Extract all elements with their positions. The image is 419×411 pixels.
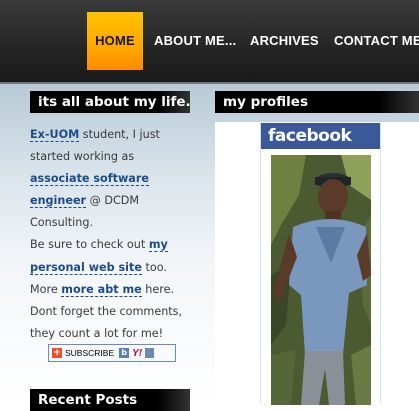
about-heading: its all about my life... bbox=[30, 91, 190, 113]
subscribe-label: SUBSCRIBE bbox=[65, 348, 115, 358]
yahoo-icon: Y! bbox=[132, 347, 143, 359]
about-text-3: Be sure to check out bbox=[30, 238, 149, 252]
about-text-7: Dont forget the comments, they count a l… bbox=[30, 304, 183, 340]
about-text: Ex-UOM student, I just started working a… bbox=[30, 124, 195, 345]
subscribe-button[interactable]: + SUBSCRIBE b Y! bbox=[48, 344, 176, 362]
facebook-badge[interactable]: facebook bbox=[260, 123, 381, 405]
nav-about-me[interactable]: ABOUT ME... bbox=[154, 12, 236, 70]
profiles-panel: facebook bbox=[215, 122, 419, 405]
profiles-heading: my profiles bbox=[215, 91, 419, 113]
plus-icon: + bbox=[52, 348, 62, 358]
feed-icon bbox=[145, 348, 155, 358]
bloglines-icon: b bbox=[119, 348, 130, 358]
profile-photo[interactable] bbox=[271, 155, 371, 405]
recent-posts-heading: Recent Posts bbox=[30, 389, 190, 411]
nav-archives[interactable]: ARCHIVES bbox=[250, 12, 319, 70]
about-text-6: here. bbox=[141, 282, 175, 296]
about-text-5: More bbox=[30, 282, 62, 296]
more-about-link[interactable]: more abt me bbox=[61, 282, 142, 297]
ex-uom-link[interactable]: Ex-UOM bbox=[30, 128, 80, 142]
nav-home[interactable]: HOME bbox=[87, 12, 143, 70]
about-text-4: too. bbox=[141, 260, 167, 274]
nav-contact-me[interactable]: CONTACT ME bbox=[334, 12, 419, 70]
facebook-logo: facebook bbox=[261, 123, 380, 149]
